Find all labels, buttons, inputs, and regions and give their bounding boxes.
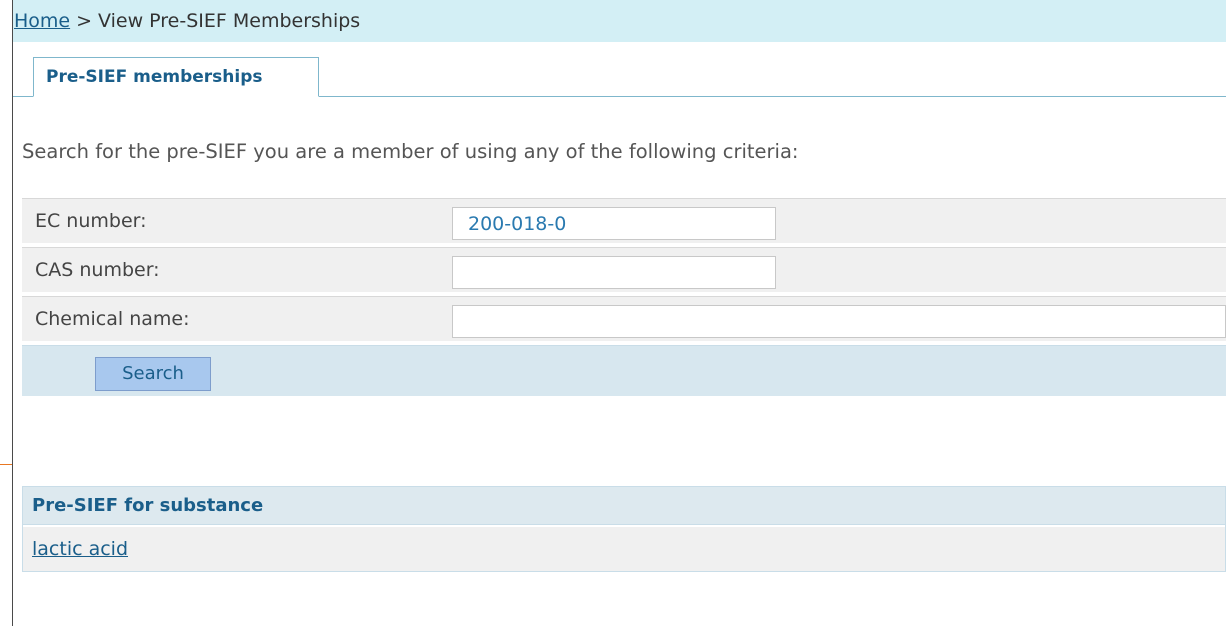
breadcrumb-current: View Pre-SIEF Memberships [98,10,361,32]
breadcrumb: Home > View Pre-SIEF Memberships [13,0,1226,42]
results-header: Pre-SIEF for substance [23,487,1225,525]
chemical-name-row: Chemical name: [22,296,1226,341]
ec-number-row: EC number: [22,198,1226,243]
ec-number-label: EC number: [35,210,147,232]
cas-number-input[interactable] [452,256,776,289]
breadcrumb-separator: > [76,10,93,32]
table-row: lactic acid [23,527,1225,571]
form-button-bar: Search [22,345,1226,396]
substance-link[interactable]: lactic acid [32,538,128,560]
orange-marker-line [0,464,12,465]
search-form: EC number: CAS number: Chemical name: Se… [22,198,1226,398]
tab-bar: Pre-SIEF memberships [13,57,1226,97]
search-button[interactable]: Search [95,357,211,391]
breadcrumb-home-link[interactable]: Home [14,10,70,32]
results-table: Pre-SIEF for substance lactic acid [22,486,1226,572]
page: Home > View Pre-SIEF Memberships Pre-SIEF … [0,0,1226,626]
chemical-name-label: Chemical name: [35,308,190,330]
chemical-name-input[interactable] [452,305,1226,338]
search-instructions: Search for the pre-SIEF you are a member… [22,140,799,163]
tab-pre-sief-memberships[interactable]: Pre-SIEF memberships [33,57,319,97]
cas-number-label: CAS number: [35,259,160,281]
ec-number-input[interactable] [452,207,776,240]
cas-number-row: CAS number: [22,247,1226,292]
